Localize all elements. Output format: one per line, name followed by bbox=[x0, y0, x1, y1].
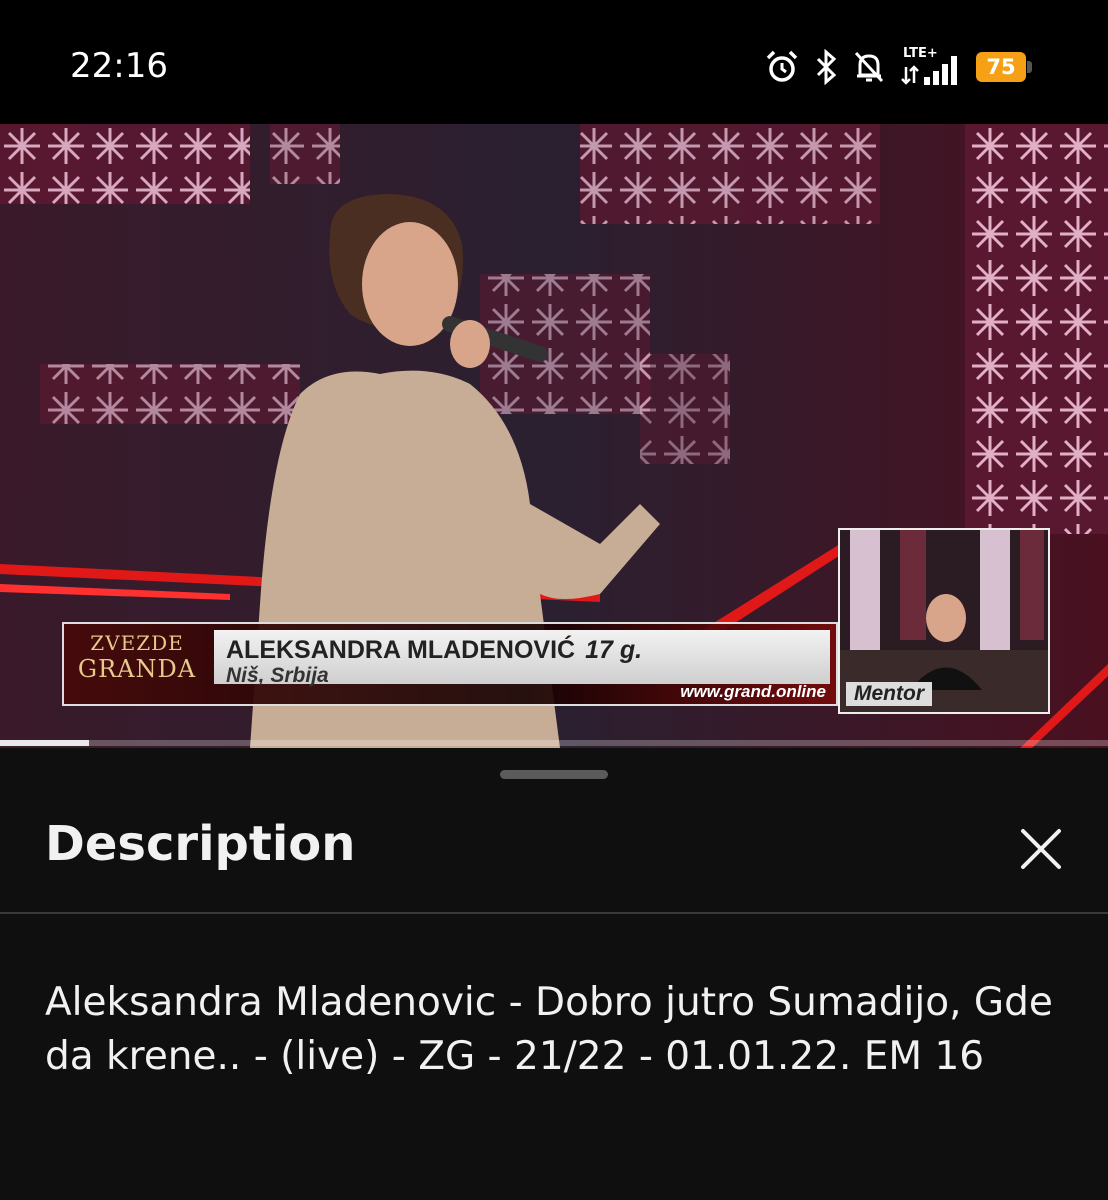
sheet-title: Description bbox=[45, 816, 356, 872]
name-plate: ALEKSANDRA MLADENOVIĆ 17 g. Niš, Srbija bbox=[214, 630, 830, 687]
logo-line-1: ZVEZDE bbox=[90, 631, 184, 655]
status-icons: LTE+ 75 bbox=[750, 44, 1032, 90]
close-icon bbox=[1021, 829, 1061, 869]
status-bar: 22:16 LTE+ 75 bbox=[0, 0, 1108, 124]
website-label: www.grand.online bbox=[680, 682, 826, 701]
contestant-age: 17 g. bbox=[585, 636, 643, 664]
description-sheet: Description Aleksandra Mladenovic - Dobr… bbox=[0, 748, 1108, 1200]
divider bbox=[0, 912, 1108, 914]
video-progress-fill bbox=[0, 740, 89, 746]
lte-signal-icon: LTE+ bbox=[901, 46, 957, 85]
contestant-name-line: ALEKSANDRA MLADENOVIĆ 17 g. bbox=[226, 636, 642, 665]
close-button[interactable] bbox=[1012, 820, 1070, 878]
bluetooth-icon bbox=[816, 49, 837, 85]
logo-line-2: GRANDA bbox=[77, 655, 197, 683]
alarm-icon bbox=[766, 50, 798, 82]
lower-third: ZVEZDE GRANDA ALEKSANDRA MLADENOVIĆ 17 g.… bbox=[62, 622, 838, 706]
mentor-label: Mentor bbox=[846, 682, 932, 706]
mute-icon bbox=[854, 51, 884, 83]
video-progress-bar[interactable] bbox=[0, 740, 1108, 746]
contestant-city: Niš, Srbija bbox=[226, 664, 329, 687]
contestant-name: ALEKSANDRA MLADENOVIĆ bbox=[226, 636, 576, 664]
battery-level: 75 bbox=[976, 52, 1026, 82]
drag-handle[interactable] bbox=[500, 770, 608, 779]
clock: 22:16 bbox=[70, 46, 168, 86]
show-logo: ZVEZDE GRANDA bbox=[72, 630, 202, 700]
video-player[interactable]: ZVEZDE GRANDA ALEKSANDRA MLADENOVIĆ 17 g.… bbox=[0, 124, 1108, 748]
battery-indicator: 75 bbox=[976, 52, 1032, 82]
mentor-pip: Mentor bbox=[838, 528, 1050, 714]
network-label: LTE+ bbox=[903, 46, 938, 61]
video-description: Aleksandra Mladenovic - Dobro jutro Suma… bbox=[45, 980, 1053, 1079]
